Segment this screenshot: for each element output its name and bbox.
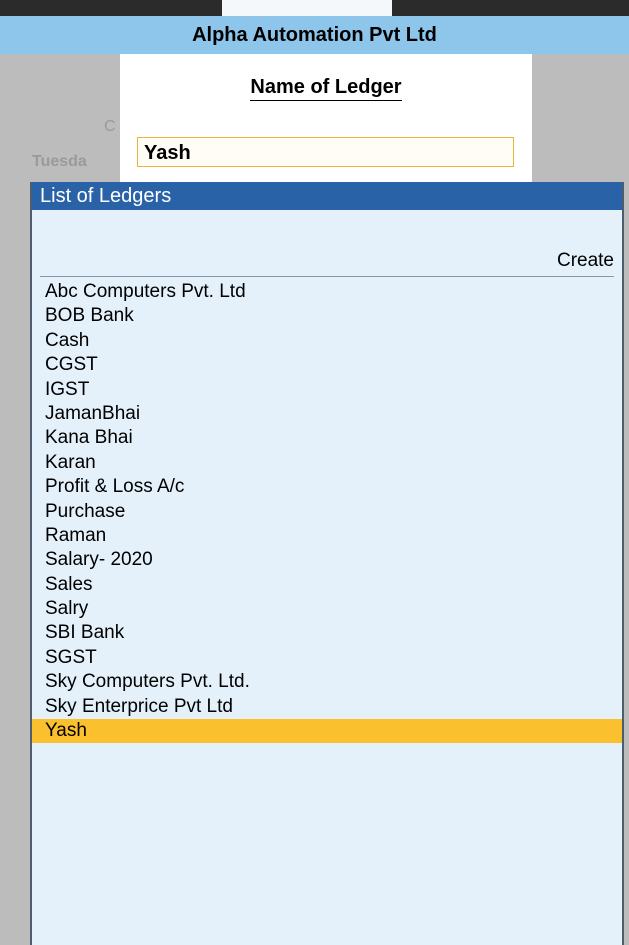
create-divider (40, 276, 614, 277)
list-item[interactable]: Cash (32, 329, 622, 353)
background-partial-text: C (104, 118, 116, 135)
list-item[interactable]: Salry (32, 597, 622, 621)
list-item[interactable]: Salary- 2020 (32, 548, 622, 572)
ledger-list: Abc Computers Pvt. Ltd BOB Bank Cash CGS… (32, 280, 622, 744)
list-item[interactable]: Sales (32, 573, 622, 597)
list-item[interactable]: SBI Bank (32, 621, 622, 645)
list-item[interactable]: JamanBhai (32, 402, 622, 426)
active-tab[interactable] (222, 0, 392, 16)
list-item[interactable]: CGST (32, 353, 622, 377)
top-bar (0, 0, 629, 16)
list-item[interactable]: Sky Computers Pvt. Ltd. (32, 670, 622, 694)
list-item[interactable]: Profit & Loss A/c (32, 475, 622, 499)
background-right-panel (532, 54, 629, 184)
list-item-selected[interactable]: Yash (32, 719, 622, 744)
list-item[interactable]: Abc Computers Pvt. Ltd (32, 280, 622, 304)
create-ledger-link[interactable]: Create (557, 250, 614, 272)
dialog-title: Name of Ledger (120, 76, 532, 101)
list-item[interactable]: IGST (32, 378, 622, 402)
company-title: Alpha Automation Pvt Ltd (0, 16, 629, 54)
list-item[interactable]: Karan (32, 451, 622, 475)
list-item[interactable]: Purchase (32, 500, 622, 524)
list-header: List of Ledgers (32, 182, 622, 210)
list-item[interactable]: Sky Enterprice Pvt Ltd (32, 695, 622, 719)
list-item[interactable]: Raman (32, 524, 622, 548)
ledger-name-dialog: Name of Ledger Yash (120, 54, 532, 184)
list-item[interactable]: Kana Bhai (32, 426, 622, 450)
ledger-name-input[interactable]: Yash (137, 137, 514, 167)
list-item[interactable]: BOB Bank (32, 304, 622, 328)
list-item[interactable]: SGST (32, 646, 622, 670)
ledger-list-panel: List of Ledgers Create Abc Computers Pvt… (30, 182, 624, 945)
background-partial-day: Tuesda (32, 153, 87, 170)
